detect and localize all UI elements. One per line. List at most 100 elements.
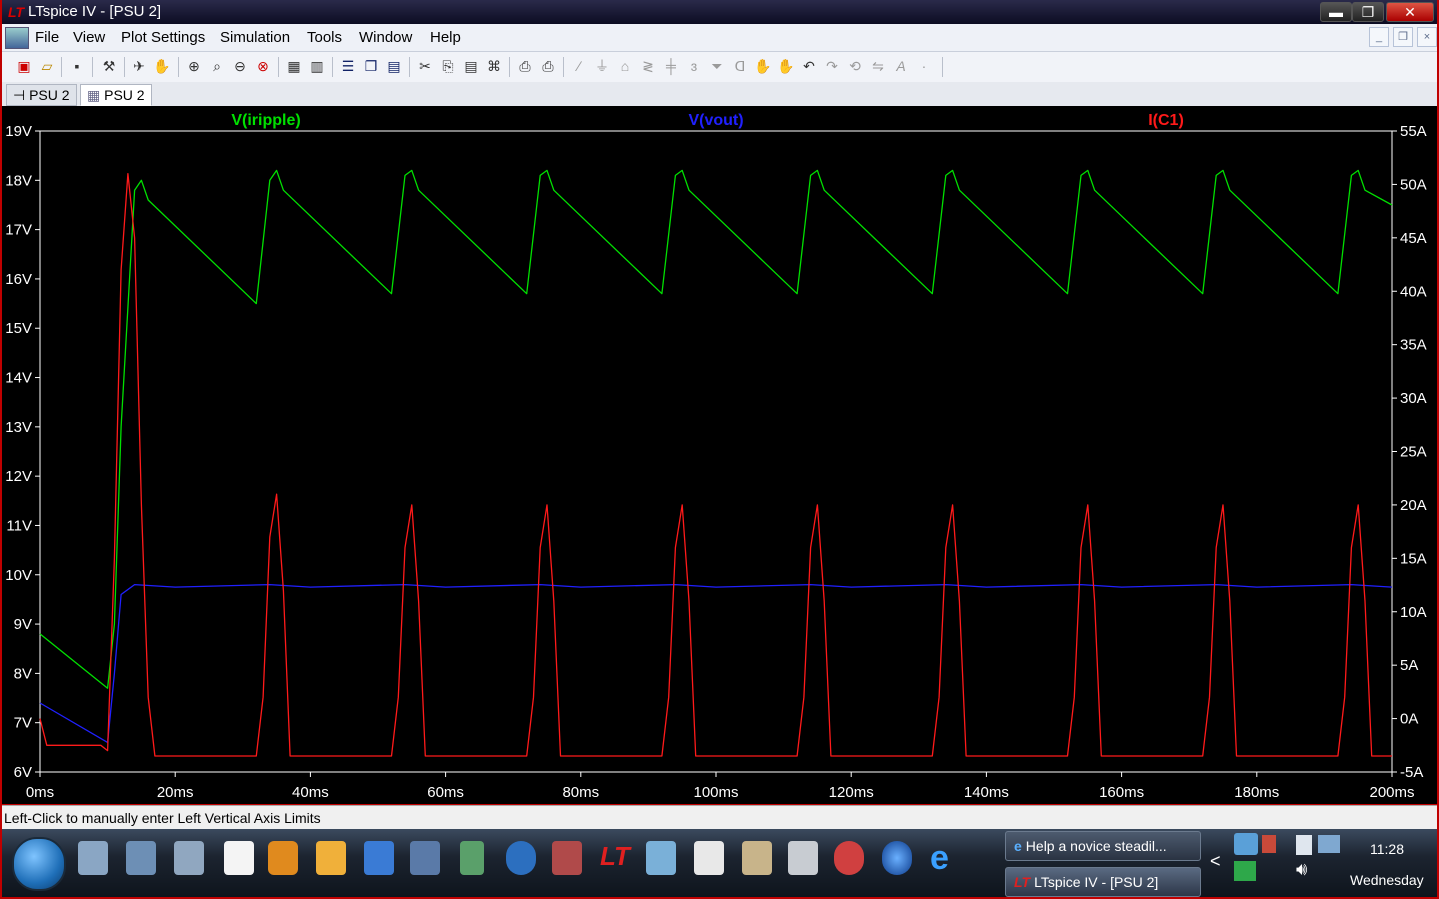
run-icon[interactable]: ✈ — [129, 56, 149, 76]
menu-window[interactable]: Window — [359, 29, 412, 46]
earth-icon[interactable] — [882, 841, 912, 875]
undo-icon[interactable]: ↶ — [799, 56, 819, 76]
task-button-ltspice[interactable]: LT LTspice IV - [PSU 2] — [1005, 867, 1201, 897]
copy-icon[interactable]: ⎘ — [438, 56, 458, 76]
waveform-chart[interactable]: V(iripple) V(vout) I(C1) 19V 18V 17V 16V 15V 14… — [2, 106, 1437, 804]
open-icon[interactable]: ▱ — [37, 56, 57, 76]
dropbox-icon[interactable] — [1234, 833, 1258, 855]
print-icon[interactable]: ⎙ — [538, 56, 558, 76]
trophy-icon[interactable] — [460, 841, 484, 875]
move-icon[interactable]: ✋ — [753, 56, 773, 76]
paint-icon[interactable] — [316, 841, 346, 875]
calculator-icon[interactable] — [788, 841, 818, 875]
toolbar-separator — [61, 57, 62, 77]
new-schematic-icon[interactable]: ▣ — [14, 56, 34, 76]
mdi-minimize-button[interactable]: _ — [1369, 27, 1389, 47]
task-button-browser[interactable]: e Help a novice steadil... — [1005, 831, 1201, 861]
menu-tools[interactable]: Tools — [307, 29, 342, 46]
clock-time[interactable]: 11:28 — [1370, 841, 1404, 857]
menu-simulation[interactable]: Simulation — [220, 29, 290, 46]
volume-icon[interactable]: 🔊︎ — [1296, 859, 1307, 880]
blank-doc-icon[interactable] — [224, 841, 254, 875]
mirror-icon[interactable]: ⇋ — [868, 56, 888, 76]
menu-view[interactable]: View — [73, 29, 105, 46]
update-icon[interactable] — [1234, 861, 1256, 881]
capacitor-icon[interactable]: ╪ — [661, 56, 681, 76]
find-icon[interactable]: ⌘ — [484, 56, 504, 76]
label-icon[interactable]: ⌂ — [615, 56, 635, 76]
toolbar: ▣ ▱ ▪ ⚒ ✈ ✋ ⊕ ⌕ ⊖ ⊗ ▦ ▥ ☰ ❐ ▤ ✂ ⎘ ▤ ⌘ ⎙ … — [2, 52, 1437, 83]
cut-icon[interactable]: ✂ — [415, 56, 435, 76]
mdi-restore-button[interactable]: ❐ — [1393, 27, 1413, 47]
tools-icon[interactable] — [742, 841, 772, 875]
security-icon[interactable] — [1262, 835, 1276, 853]
screen-icon[interactable] — [364, 841, 394, 875]
control-panel-icon[interactable]: ⚒ — [99, 56, 119, 76]
right-tick-label: 50A — [1400, 176, 1427, 193]
tab-schematic[interactable]: ⊣ PSU 2 — [6, 84, 77, 106]
zoom-in-icon[interactable]: ⊕ — [184, 56, 204, 76]
toolbar-separator — [942, 57, 943, 77]
ltspice-icon[interactable]: LT — [600, 841, 630, 875]
spice-directive-icon[interactable]: · — [914, 56, 934, 76]
taskbar: LT e e Help a novice steadil... LT LTspice… — [2, 829, 1437, 897]
left-tick-label: 14V — [5, 370, 32, 387]
ie-icon[interactable]: e — [930, 841, 960, 875]
add-trace-icon[interactable]: ▥ — [307, 56, 327, 76]
network-icon[interactable] — [1318, 835, 1340, 853]
save-icon[interactable]: ▪ — [67, 56, 87, 76]
inductor-icon[interactable]: ɜ — [684, 56, 704, 76]
x-tick-label: 140ms — [964, 784, 1009, 801]
start-button[interactable] — [12, 837, 66, 891]
office-2010-icon[interactable] — [506, 841, 536, 875]
menu-file[interactable]: File — [35, 29, 59, 46]
restore-button[interactable]: ❐ — [1352, 2, 1384, 22]
cascade-icon[interactable]: ❐ — [361, 56, 381, 76]
explorer-icon[interactable] — [78, 841, 108, 875]
ie-icon: e — [1014, 838, 1022, 854]
wordpad-icon[interactable] — [694, 841, 724, 875]
drag-icon[interactable]: ✋ — [776, 56, 796, 76]
zoom-out-icon[interactable]: ⊖ — [230, 56, 250, 76]
zoom-area-icon[interactable]: ⌕ — [207, 56, 227, 76]
ground-icon[interactable]: ⏚ — [592, 56, 612, 76]
trace-line-v-iripple- — [39, 169, 1393, 689]
component-icon[interactable]: ᗡ — [730, 56, 750, 76]
resistor-icon[interactable]: ≷ — [638, 56, 658, 76]
documents-icon[interactable] — [174, 841, 204, 875]
monitor-icon[interactable] — [410, 841, 440, 875]
ltspice-app-icon[interactable]: LT — [8, 5, 24, 19]
media-icon[interactable] — [126, 841, 156, 875]
text-icon[interactable]: A — [891, 56, 911, 76]
mdi-close-button[interactable]: × — [1417, 27, 1437, 47]
menu-help[interactable]: Help — [430, 29, 461, 46]
media-player-icon[interactable] — [268, 841, 298, 875]
snipping-icon[interactable] — [834, 841, 864, 875]
tile-vertical-icon[interactable]: ▤ — [384, 56, 404, 76]
menu-plot-settings[interactable]: Plot Settings — [121, 29, 205, 46]
close-button[interactable]: ✕ — [1386, 2, 1434, 22]
zoom-cancel-icon[interactable]: ⊗ — [253, 56, 273, 76]
waveform-doc-icon[interactable] — [5, 27, 29, 49]
battery-icon[interactable] — [1296, 835, 1312, 855]
networking-icon[interactable] — [552, 841, 582, 875]
tab-waveform[interactable]: ▦ PSU 2 — [80, 84, 152, 106]
tray-chevron-icon[interactable]: < — [1210, 851, 1221, 872]
x-tick-label: 0ms — [26, 784, 54, 801]
clock-day[interactable]: Wednesday — [1350, 872, 1424, 888]
notepad-icon[interactable] — [646, 841, 676, 875]
diode-icon[interactable]: ⏷ — [707, 56, 727, 76]
wire-icon[interactable]: ∕ — [569, 56, 589, 76]
rotate-icon[interactable]: ⟲ — [845, 56, 865, 76]
x-tick-label: 200ms — [1369, 784, 1414, 801]
print-setup-icon[interactable]: ⎙ — [515, 56, 535, 76]
right-tick-label: -5A — [1400, 764, 1423, 781]
minimize-button[interactable]: ▬ — [1320, 2, 1352, 22]
paste-icon[interactable]: ▤ — [461, 56, 481, 76]
halt-icon[interactable]: ✋ — [152, 56, 172, 76]
schematic-tab-icon: ⊣ — [13, 87, 30, 103]
tile-horizontal-icon[interactable]: ☰ — [338, 56, 358, 76]
redo-icon[interactable]: ↷ — [822, 56, 842, 76]
autorange-icon[interactable]: ▦ — [284, 56, 304, 76]
waveform-plot[interactable]: V(iripple) V(vout) I(C1) 19V 18V 17V 16V 15V 14… — [2, 106, 1437, 804]
